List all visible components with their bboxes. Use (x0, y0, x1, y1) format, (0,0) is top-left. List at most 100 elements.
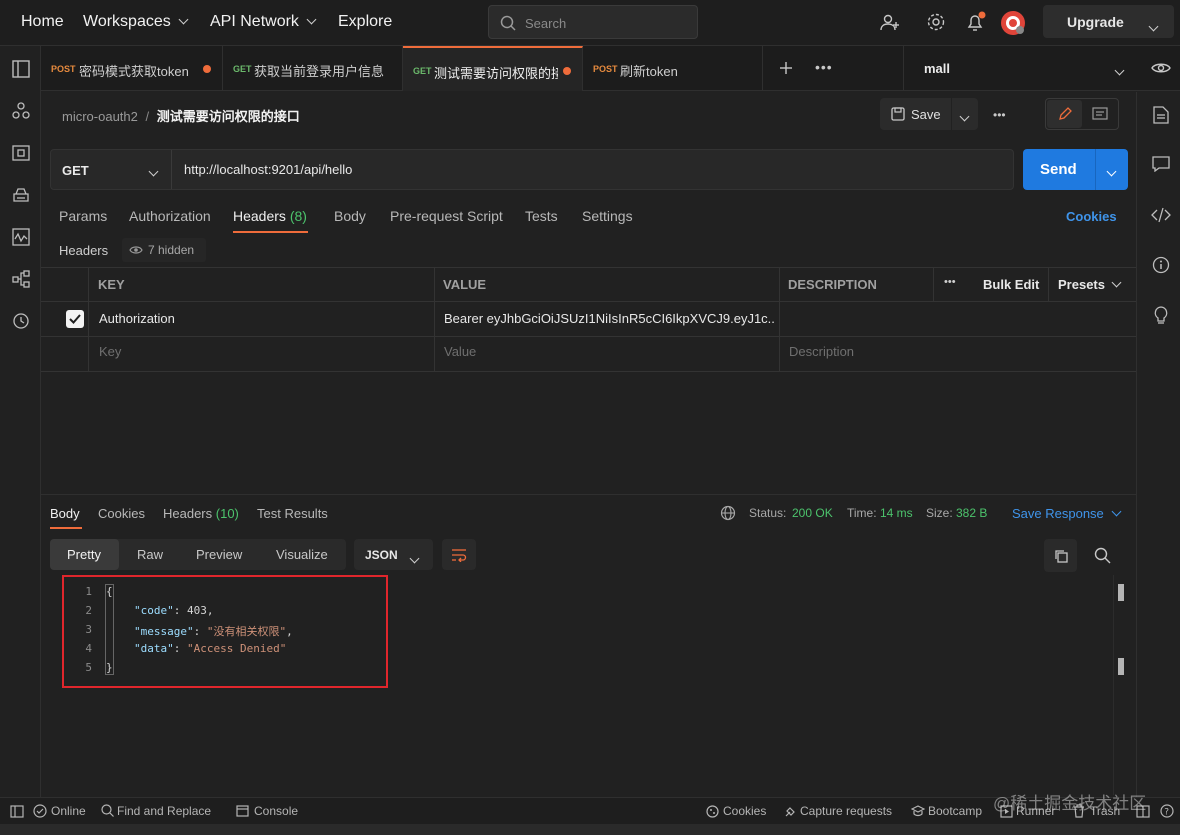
bell-icon[interactable] (964, 11, 986, 33)
time-value: 14 ms (880, 506, 913, 520)
find-replace-button[interactable]: Find and Replace (117, 804, 211, 818)
apis-icon[interactable] (12, 102, 30, 120)
cookies-link[interactable]: Cookies (1066, 209, 1117, 224)
mock-servers-icon[interactable] (12, 186, 30, 204)
cookies-button[interactable]: Cookies (723, 804, 766, 818)
globe-icon[interactable] (720, 505, 736, 521)
chevron-down-icon (409, 553, 420, 564)
more-options-icon[interactable]: ••• (993, 108, 1006, 122)
view-visualize[interactable]: Visualize (276, 547, 328, 562)
format-label: JSON (365, 548, 398, 562)
chevron-down-icon (1111, 277, 1122, 288)
scrollbar-thumb[interactable] (1118, 584, 1124, 601)
monitors-icon[interactable] (12, 228, 30, 246)
wrap-icon (452, 549, 467, 562)
save-response-button[interactable]: Save Response (1012, 506, 1122, 521)
nav-workspaces[interactable]: Workspaces (83, 13, 189, 31)
new-value-input[interactable]: Value (444, 344, 476, 359)
view-pretty[interactable]: Pretty (50, 539, 119, 570)
view-raw[interactable]: Raw (137, 547, 163, 562)
breadcrumb-request: 测试需要访问权限的接口 (156, 109, 300, 124)
plus-icon[interactable] (778, 60, 794, 76)
environments-icon[interactable] (12, 144, 30, 162)
save-button[interactable]: Save (880, 98, 951, 130)
console-button[interactable]: Console (254, 804, 298, 818)
chevron-down-icon (959, 111, 970, 122)
search-input[interactable]: Search (488, 5, 698, 39)
tab-params[interactable]: Params (59, 208, 107, 224)
tab-refresh-token[interactable]: POST 刷新token (583, 46, 763, 91)
collections-icon[interactable] (12, 60, 30, 78)
search-icon[interactable] (1094, 547, 1111, 564)
column-key: KEY (98, 277, 125, 292)
documentation-icon[interactable] (1153, 106, 1169, 124)
tab-password-token[interactable]: POST 密码模式获取token (41, 46, 223, 91)
unsaved-dot (203, 65, 211, 73)
presets-button[interactable]: Presets (1058, 277, 1122, 292)
avatar[interactable] (1000, 10, 1026, 36)
capture-requests-button[interactable]: Capture requests (800, 804, 892, 818)
tab-current-user[interactable]: GET 获取当前登录用户信息 (223, 46, 403, 91)
comment-icon[interactable] (1092, 107, 1108, 121)
sidebar-toggle-icon[interactable] (10, 805, 24, 818)
info-icon[interactable] (1152, 256, 1170, 274)
lightbulb-icon[interactable] (1152, 306, 1170, 324)
send-options-button[interactable] (1095, 149, 1128, 190)
environment-select[interactable]: mall (903, 46, 1136, 91)
hidden-headers-toggle[interactable]: 7 hidden (122, 238, 206, 262)
upgrade-button[interactable]: Upgrade (1043, 5, 1174, 38)
tab-settings[interactable]: Settings (582, 208, 633, 224)
view-preview[interactable]: Preview (196, 547, 242, 562)
more-icon[interactable]: ••• (815, 59, 833, 75)
response-tab-test-results[interactable]: Test Results (257, 506, 328, 521)
edit-mode-button[interactable] (1047, 100, 1082, 128)
tab-headers[interactable]: Headers (8) (233, 208, 307, 224)
save-options-button[interactable] (952, 98, 978, 130)
header-key[interactable]: Authorization (99, 311, 175, 326)
nav-api-network[interactable]: API Network (210, 13, 317, 31)
help-icon[interactable]: ? (1160, 804, 1174, 818)
scrollbar-thumb[interactable] (1118, 658, 1124, 675)
tab-body[interactable]: Body (334, 208, 366, 224)
method-select[interactable]: GET (51, 150, 172, 189)
history-icon[interactable] (12, 312, 30, 330)
new-description-input[interactable]: Description (789, 344, 854, 359)
breadcrumb-collection[interactable]: micro-oauth2 (62, 109, 138, 124)
header-value[interactable]: Bearer eyJhbGciOiJSUzI1NiIsInR5cCI6IkpXV… (444, 311, 776, 326)
nav-home[interactable]: Home (21, 13, 64, 31)
pencil-icon (1059, 107, 1072, 120)
tab-tests[interactable]: Tests (525, 208, 558, 224)
nav-explore[interactable]: Explore (338, 13, 392, 31)
response-tab-cookies[interactable]: Cookies (98, 506, 145, 521)
tab-authorization[interactable]: Authorization (129, 208, 211, 224)
invite-user-icon[interactable] (880, 13, 900, 33)
new-key-input[interactable]: Key (99, 344, 121, 359)
status-label: Status: (749, 506, 787, 520)
bulk-edit-button[interactable]: Bulk Edit (983, 277, 1039, 292)
copy-button[interactable] (1044, 539, 1077, 572)
environment-name: mall (924, 61, 951, 76)
online-status[interactable]: Online (51, 804, 86, 818)
left-sidebar (0, 46, 41, 798)
eye-icon[interactable] (1151, 60, 1171, 76)
code-icon[interactable] (1151, 207, 1171, 223)
bootcamp-button[interactable]: Bootcamp (928, 804, 982, 818)
response-tab-body[interactable]: Body (50, 506, 80, 521)
comments-icon[interactable] (1152, 156, 1170, 172)
flows-icon[interactable] (12, 270, 30, 288)
url-input[interactable]: http://localhost:9201/api/hello (184, 162, 352, 177)
send-button[interactable]: Send (1023, 149, 1128, 190)
format-select[interactable]: JSON (354, 539, 433, 570)
line-number: 5 (85, 661, 92, 674)
header-enabled-checkbox[interactable] (66, 310, 84, 328)
method-label: GET (62, 163, 89, 178)
response-tab-headers[interactable]: Headers (10) (163, 506, 239, 521)
gear-icon[interactable] (926, 12, 946, 32)
column-options-icon[interactable]: ••• (944, 276, 956, 288)
search-icon (500, 15, 516, 31)
wrap-lines-button[interactable] (442, 539, 476, 570)
window-bottom-edge (0, 824, 1180, 835)
tab-prerequest-script[interactable]: Pre-request Script (390, 208, 503, 224)
tab-permission-api[interactable]: GET 测试需要访问权限的接口 (403, 46, 583, 91)
chevron-down-icon (1114, 65, 1125, 76)
